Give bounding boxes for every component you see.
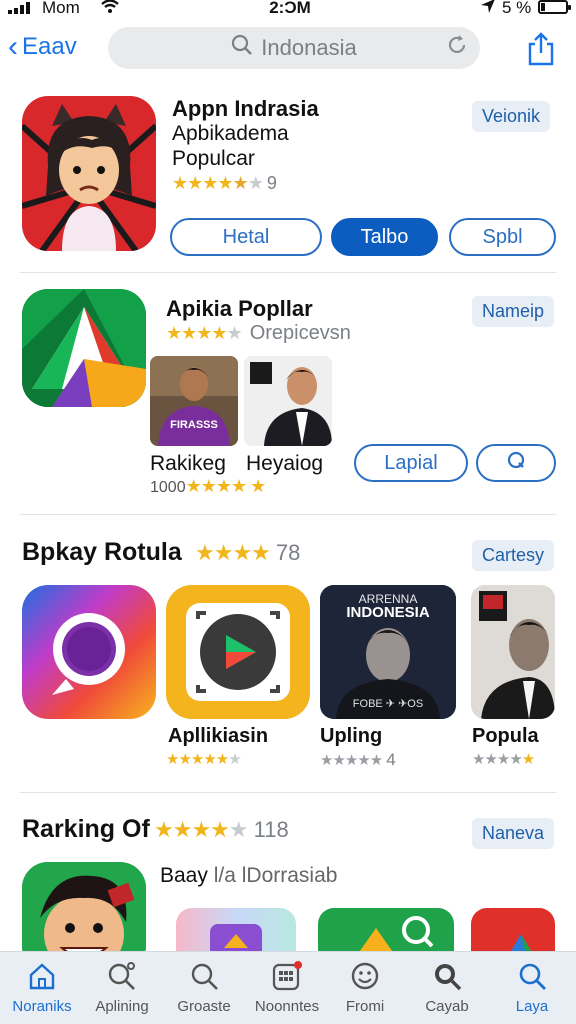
- app-icon-portrait[interactable]: [471, 585, 555, 719]
- rating-stars: ★★★★★★ 9: [172, 173, 277, 193]
- rating-stars: ★★★★★ Orepicevsn: [166, 322, 351, 344]
- card-rating-count: 4: [386, 750, 396, 769]
- search-icon: [163, 958, 245, 994]
- search-icon: [406, 958, 488, 994]
- tab-label: Noonntes: [254, 998, 320, 1015]
- shirt-text: FIRASSS: [170, 419, 218, 431]
- app-category: Populcar: [172, 147, 255, 170]
- app-icon-cartoon[interactable]: [22, 862, 146, 951]
- card-name: Upling: [320, 725, 383, 747]
- search-icon: [81, 958, 163, 994]
- tab-noraniks[interactable]: Noraniks: [1, 958, 83, 1015]
- tab-label: Groaste: [177, 998, 231, 1015]
- tab-label: Cayab: [425, 998, 469, 1015]
- talbo-button[interactable]: Talbo: [331, 218, 438, 256]
- section-subtitle: Baay l/a lDorrasiab: [160, 864, 337, 888]
- app-icon-play-store[interactable]: [166, 585, 310, 719]
- rating-text: Orepicevsn: [249, 322, 351, 344]
- tab-label: Laya: [515, 998, 549, 1015]
- section-tag[interactable]: Cartesy: [472, 540, 555, 571]
- app-icon-camera[interactable]: [22, 585, 156, 719]
- tab-aplining[interactable]: Aplining: [81, 958, 163, 1015]
- ranking-section: Rarking Of ★★★★★ 118 Naneva Baay l/a lDor…: [0, 792, 576, 951]
- search-button[interactable]: [476, 444, 556, 482]
- tab-label: Fromi: [345, 998, 385, 1015]
- section-tag[interactable]: Naneva: [472, 818, 555, 849]
- section-heading: Bpkay Rotula: [22, 538, 182, 566]
- rating-count: 9: [266, 173, 277, 193]
- card-rating-stars: ★★★★★ 4: [320, 750, 396, 769]
- section-rating-stars: ★★★★ 78: [195, 540, 301, 565]
- download-count: 1000: [150, 479, 186, 496]
- hetal-button[interactable]: Hetal: [170, 218, 322, 256]
- search-icon: [491, 958, 573, 994]
- subtitle-main: Baay: [160, 864, 208, 887]
- smiley-icon: [324, 958, 406, 994]
- section-heading: Rarking Of: [22, 815, 150, 843]
- card-name: Popula: [472, 725, 539, 747]
- lapial-button[interactable]: Lapial: [354, 444, 468, 482]
- tab-bar: Noraniks Aplining Groaste Noonntes Fromi…: [0, 951, 576, 1024]
- section-rating-count: 78: [275, 540, 301, 565]
- thumbnail-rating: 1000★★★★ ★: [150, 476, 266, 496]
- app-icon-pastel[interactable]: [176, 908, 296, 951]
- app-icon-play[interactable]: [22, 289, 146, 407]
- tab-noonntes[interactable]: Noonntes: [246, 958, 328, 1015]
- tab-cayab[interactable]: Cayab: [406, 958, 488, 1015]
- apps-icon: [246, 958, 328, 994]
- person-thumbnail[interactable]: [244, 356, 332, 446]
- section-rating-stars: ★★★★★ 118: [154, 817, 289, 842]
- tab-laya[interactable]: Laya: [491, 958, 573, 1015]
- tab-label: Aplining: [95, 998, 149, 1015]
- app-icon-character[interactable]: [22, 96, 156, 251]
- app-title: Apikia Popllar: [166, 296, 313, 321]
- app-icon-search-green[interactable]: [318, 908, 454, 951]
- section-rating-count: 118: [253, 817, 289, 842]
- thumbnail-name: Rakikeg: [150, 452, 226, 475]
- search-icon: [505, 449, 527, 477]
- tab-groaste[interactable]: Groaste: [163, 958, 245, 1015]
- app-subtitle: Apbikadema: [172, 122, 289, 145]
- subtitle-faded: l/a lDorrasiab: [213, 864, 338, 887]
- poster-footer: FOBE ✈ ✈OS: [353, 698, 423, 710]
- popular-app-section: Apikia Popllar ★★★★★ Orepicevsn Nameip F…: [0, 272, 576, 514]
- app-icon-red[interactable]: [471, 908, 555, 951]
- spbl-button[interactable]: Spbl: [449, 218, 556, 256]
- card-rating-stars: ★★★★★★: [166, 751, 242, 768]
- app-title: Appn Indrasia: [172, 96, 319, 121]
- card-name: Apllikiasin: [168, 725, 269, 747]
- home-icon: [1, 958, 83, 994]
- tab-label: Noraniks: [12, 998, 72, 1015]
- rating-section: Bpkay Rotula ★★★★ 78 Cartesy ARRENNA IND…: [0, 514, 576, 792]
- person-thumbnail[interactable]: FIRASSS: [150, 356, 238, 446]
- featured-app-section: Appn Indrasia Apbikadema Populcar ★★★★★★…: [0, 0, 576, 272]
- thumbnail-name: Heyaiog: [246, 452, 324, 475]
- card-rating-stars: ★★★★★: [472, 751, 535, 768]
- poster-line2: INDONESIA: [346, 604, 430, 621]
- tab-fromi[interactable]: Fromi: [324, 958, 406, 1015]
- app-icon-poster[interactable]: ARRENNA INDONESIA FOBE ✈ ✈OS: [320, 585, 456, 719]
- section-tag[interactable]: Nameip: [472, 296, 555, 327]
- section-tag[interactable]: Veionik: [472, 101, 551, 132]
